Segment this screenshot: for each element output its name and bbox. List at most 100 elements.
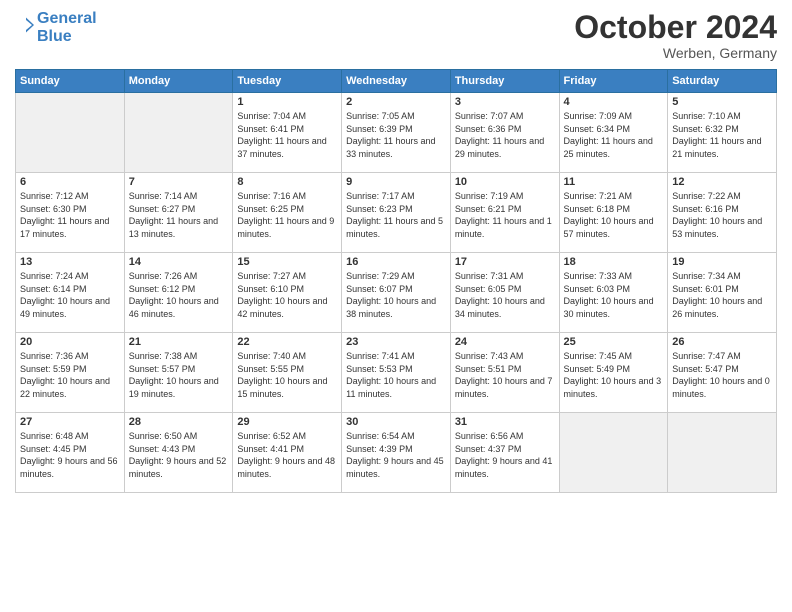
col-wednesday: Wednesday (342, 70, 451, 93)
cell-info: Sunrise: 7:41 AMSunset: 5:53 PMDaylight:… (346, 350, 446, 400)
day-number: 27 (20, 416, 120, 428)
logo-line2: Blue (37, 28, 72, 45)
cell-info: Sunrise: 7:24 AMSunset: 6:14 PMDaylight:… (20, 270, 120, 320)
cell-info: Sunrise: 7:22 AMSunset: 6:16 PMDaylight:… (672, 190, 772, 240)
calendar-cell: 3 Sunrise: 7:07 AMSunset: 6:36 PMDaylight… (450, 93, 559, 173)
day-number: 28 (129, 416, 229, 428)
day-number: 26 (672, 336, 772, 348)
day-number: 17 (455, 256, 555, 268)
col-sunday: Sunday (16, 70, 125, 93)
day-number: 8 (237, 176, 337, 188)
calendar-cell: 16Sunrise: 7:29 AMSunset: 6:07 PMDayligh… (342, 253, 451, 333)
calendar-cell: 17 Sunrise: 7:31 AMSunset: 6:05 PMDayligh… (450, 253, 559, 333)
cell-info: Sunrise: 7:21 AMSunset: 6:18 PMDaylight:… (564, 190, 664, 240)
week-row-5: 27 Sunrise: 6:48 AMSunset: 4:45 PMDayligh… (16, 413, 777, 493)
logo-icon (15, 15, 35, 35)
calendar-cell: 30 Sunrise: 6:54 AMSunset: 4:39 PMDayligh… (342, 413, 451, 493)
cell-info: Sunrise: 7:16 AMSunset: 6:25 PMDaylight:… (237, 190, 337, 240)
week-row-2: 6 Sunrise: 7:12 AMSunset: 6:30 PMDaylight… (16, 173, 777, 253)
col-monday: Monday (124, 70, 233, 93)
cell-info: Sunrise: 6:48 AMSunset: 4:45 PMDaylight:… (20, 430, 120, 480)
calendar-cell: 19Sunrise: 7:34 AMSunset: 6:01 PMDayligh… (668, 253, 777, 333)
day-number: 25 (564, 336, 664, 348)
calendar-cell: 29Sunrise: 6:52 AMSunset: 4:41 PMDayligh… (233, 413, 342, 493)
day-number: 9 (346, 176, 446, 188)
cell-info: Sunrise: 7:12 AMSunset: 6:30 PMDaylight:… (20, 190, 120, 240)
day-number: 10 (455, 176, 555, 188)
day-number: 21 (129, 336, 229, 348)
day-number: 11 (564, 176, 664, 188)
calendar-cell (559, 413, 668, 493)
day-number: 4 (564, 96, 664, 108)
day-number: 30 (346, 416, 446, 428)
cell-info: Sunrise: 6:56 AMSunset: 4:37 PMDaylight:… (455, 430, 555, 480)
day-number: 23 (346, 336, 446, 348)
day-number: 3 (455, 96, 555, 108)
calendar-cell (16, 93, 125, 173)
col-friday: Friday (559, 70, 668, 93)
calendar-cell: 14 Sunrise: 7:26 AMSunset: 6:12 PMDayligh… (124, 253, 233, 333)
calendar-cell: 20Sunrise: 7:36 AMSunset: 5:59 PMDayligh… (16, 333, 125, 413)
cell-info: Sunrise: 6:54 AMSunset: 4:39 PMDaylight:… (346, 430, 446, 480)
calendar-cell: 31 Sunrise: 6:56 AMSunset: 4:37 PMDayligh… (450, 413, 559, 493)
week-row-3: 13 Sunrise: 7:24 AMSunset: 6:14 PMDayligh… (16, 253, 777, 333)
day-number: 6 (20, 176, 120, 188)
calendar-cell: 22Sunrise: 7:40 AMSunset: 5:55 PMDayligh… (233, 333, 342, 413)
calendar-cell: 9 Sunrise: 7:17 AMSunset: 6:23 PMDaylight… (342, 173, 451, 253)
calendar-cell: 15Sunrise: 7:27 AMSunset: 6:10 PMDayligh… (233, 253, 342, 333)
calendar-cell: 10 Sunrise: 7:19 AMSunset: 6:21 PMDayligh… (450, 173, 559, 253)
cell-info: Sunrise: 6:50 AMSunset: 4:43 PMDaylight:… (129, 430, 229, 480)
day-number: 7 (129, 176, 229, 188)
calendar-cell: 12 Sunrise: 7:22 AMSunset: 6:16 PMDayligh… (668, 173, 777, 253)
cell-info: Sunrise: 7:07 AMSunset: 6:36 PMDaylight:… (455, 110, 555, 160)
location: Werben, Germany (574, 45, 777, 61)
cell-info: Sunrise: 7:33 AMSunset: 6:03 PMDaylight:… (564, 270, 664, 320)
cell-info: Sunrise: 7:31 AMSunset: 6:05 PMDaylight:… (455, 270, 555, 320)
calendar-table: Sunday Monday Tuesday Wednesday Thursday… (15, 69, 777, 493)
logo-text: General Blue (37, 10, 97, 45)
cell-info: Sunrise: 6:52 AMSunset: 4:41 PMDaylight:… (237, 430, 337, 480)
logo-line1: General (37, 10, 97, 27)
calendar-cell: 24 Sunrise: 7:43 AMSunset: 5:51 PMDayligh… (450, 333, 559, 413)
calendar-cell: 7 Sunrise: 7:14 AMSunset: 6:27 PMDaylight… (124, 173, 233, 253)
calendar-cell: 2 Sunrise: 7:05 AMSunset: 6:39 PMDaylight… (342, 93, 451, 173)
day-number: 1 (237, 96, 337, 108)
col-saturday: Saturday (668, 70, 777, 93)
calendar-cell: 6 Sunrise: 7:12 AMSunset: 6:30 PMDaylight… (16, 173, 125, 253)
cell-info: Sunrise: 7:43 AMSunset: 5:51 PMDaylight:… (455, 350, 555, 400)
calendar-cell: 4 Sunrise: 7:09 AMSunset: 6:34 PMDaylight… (559, 93, 668, 173)
calendar-cell: 11 Sunrise: 7:21 AMSunset: 6:18 PMDayligh… (559, 173, 668, 253)
cell-info: Sunrise: 7:05 AMSunset: 6:39 PMDaylight:… (346, 110, 446, 160)
calendar-cell: 8 Sunrise: 7:16 AMSunset: 6:25 PMDaylight… (233, 173, 342, 253)
day-number: 22 (237, 336, 337, 348)
day-number: 5 (672, 96, 772, 108)
calendar-cell: 28 Sunrise: 6:50 AMSunset: 4:43 PMDayligh… (124, 413, 233, 493)
cell-info: Sunrise: 7:10 AMSunset: 6:32 PMDaylight:… (672, 110, 772, 160)
calendar-cell: 25Sunrise: 7:45 AMSunset: 5:49 PMDayligh… (559, 333, 668, 413)
calendar-cell: 18Sunrise: 7:33 AMSunset: 6:03 PMDayligh… (559, 253, 668, 333)
cell-info: Sunrise: 7:47 AMSunset: 5:47 PMDaylight:… (672, 350, 772, 400)
calendar-cell (668, 413, 777, 493)
calendar-page: General Blue October 2024 Werben, German… (0, 0, 792, 612)
day-number: 14 (129, 256, 229, 268)
calendar-cell (124, 93, 233, 173)
cell-info: Sunrise: 7:17 AMSunset: 6:23 PMDaylight:… (346, 190, 446, 240)
day-number: 19 (672, 256, 772, 268)
day-number: 24 (455, 336, 555, 348)
cell-info: Sunrise: 7:14 AMSunset: 6:27 PMDaylight:… (129, 190, 229, 240)
week-row-4: 20Sunrise: 7:36 AMSunset: 5:59 PMDayligh… (16, 333, 777, 413)
cell-info: Sunrise: 7:19 AMSunset: 6:21 PMDaylight:… (455, 190, 555, 240)
week-row-1: 1Sunrise: 7:04 AMSunset: 6:41 PMDaylight… (16, 93, 777, 173)
day-number: 15 (237, 256, 337, 268)
day-number: 12 (672, 176, 772, 188)
col-thursday: Thursday (450, 70, 559, 93)
day-number: 31 (455, 416, 555, 428)
calendar-cell: 26 Sunrise: 7:47 AMSunset: 5:47 PMDayligh… (668, 333, 777, 413)
cell-info: Sunrise: 7:29 AMSunset: 6:07 PMDaylight:… (346, 270, 446, 320)
cell-info: Sunrise: 7:09 AMSunset: 6:34 PMDaylight:… (564, 110, 664, 160)
calendar-cell: 13 Sunrise: 7:24 AMSunset: 6:14 PMDayligh… (16, 253, 125, 333)
day-number: 13 (20, 256, 120, 268)
day-number: 2 (346, 96, 446, 108)
cell-info: Sunrise: 7:26 AMSunset: 6:12 PMDaylight:… (129, 270, 229, 320)
calendar-cell: 23 Sunrise: 7:41 AMSunset: 5:53 PMDayligh… (342, 333, 451, 413)
